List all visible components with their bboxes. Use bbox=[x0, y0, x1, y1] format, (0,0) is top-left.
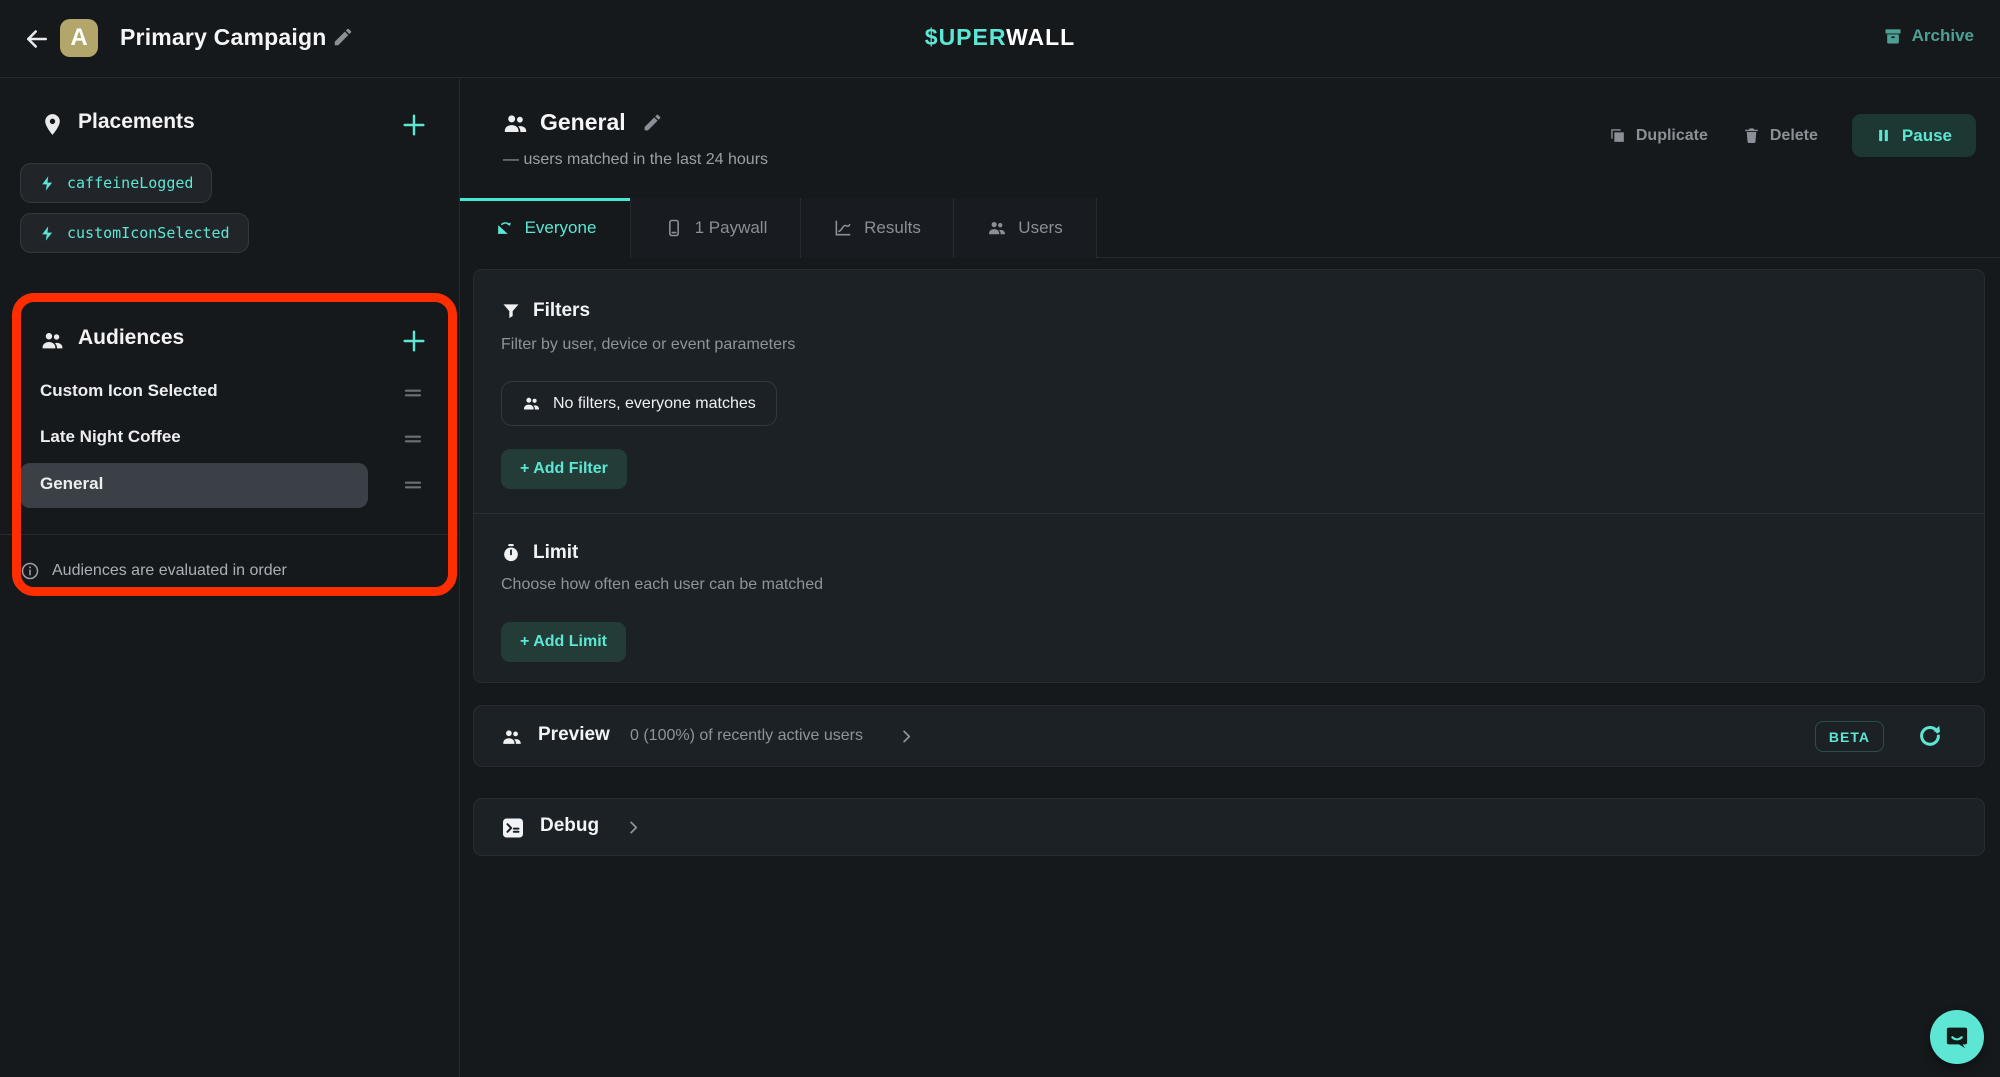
edit-audience-name-icon[interactable] bbox=[642, 112, 663, 133]
sidebar: Placements caffeineLogged customIconSele… bbox=[0, 78, 460, 1077]
add-filter-button[interactable]: + Add Filter bbox=[501, 449, 627, 489]
audience-actions: Duplicate Delete Pause bbox=[1608, 114, 1976, 157]
limit-section-header: Limit bbox=[501, 542, 578, 564]
preview-card[interactable]: Preview 0 (100%) of recently active user… bbox=[473, 705, 1985, 767]
people-icon bbox=[987, 218, 1007, 238]
placement-label: customIconSelected bbox=[67, 224, 230, 242]
add-limit-button[interactable]: + Add Limit bbox=[501, 622, 626, 662]
tab-bar: Everyone 1 Paywall Results Users bbox=[460, 198, 2000, 258]
top-header: A Primary Campaign $UPERWALL Archive bbox=[0, 0, 2000, 78]
chevron-right-icon bbox=[624, 818, 643, 837]
order-note-text: Audiences are evaluated in order bbox=[52, 562, 287, 580]
placements-header: Placements bbox=[0, 108, 460, 142]
archive-label: Archive bbox=[1912, 26, 1974, 46]
superwall-logo: $UPERWALL bbox=[0, 24, 2000, 51]
plus-icon bbox=[400, 111, 428, 139]
tab-paywall[interactable]: 1 Paywall bbox=[631, 198, 801, 258]
delete-button[interactable]: Delete bbox=[1742, 126, 1818, 145]
audience-people-icon bbox=[502, 110, 529, 137]
audience-row[interactable]: Custom Icon Selected bbox=[0, 370, 460, 414]
pause-label: Pause bbox=[1902, 126, 1952, 146]
add-placement-button[interactable] bbox=[400, 111, 428, 139]
audience-row[interactable]: Late Night Coffee bbox=[0, 416, 460, 460]
chat-widget-button[interactable] bbox=[1930, 1010, 1984, 1064]
tab-label: Results bbox=[864, 218, 921, 238]
placement-chip[interactable]: caffeineLogged bbox=[20, 163, 212, 203]
sidebar-divider bbox=[0, 534, 460, 535]
main-content: General — users matched in the last 24 h… bbox=[460, 78, 2000, 1077]
stopwatch-icon bbox=[501, 543, 521, 563]
terminal-icon bbox=[501, 816, 525, 840]
chart-icon bbox=[833, 218, 853, 238]
tab-label: Users bbox=[1018, 218, 1062, 238]
placement-label: caffeineLogged bbox=[67, 174, 193, 192]
beta-badge: BETA bbox=[1815, 721, 1884, 752]
debug-title: Debug bbox=[540, 815, 599, 837]
audience-subtitle: — users matched in the last 24 hours bbox=[503, 151, 768, 169]
tab-results[interactable]: Results bbox=[801, 198, 954, 258]
preview-title: Preview bbox=[538, 724, 610, 746]
filters-title: Filters bbox=[533, 300, 590, 322]
logo-accent: $UPER bbox=[925, 24, 1006, 50]
add-audience-button[interactable] bbox=[400, 327, 428, 355]
placements-title: Placements bbox=[78, 110, 195, 134]
delete-label: Delete bbox=[1770, 127, 1818, 145]
refresh-icon[interactable] bbox=[1916, 722, 1944, 750]
superwall-campaign-page: A Primary Campaign $UPERWALL Archive Pla… bbox=[0, 0, 2000, 1077]
chat-icon bbox=[1942, 1022, 1972, 1052]
audience-row-selected[interactable]: General bbox=[0, 462, 460, 506]
tab-users[interactable]: Users bbox=[954, 198, 1097, 258]
funnel-icon bbox=[501, 301, 521, 321]
audiences-order-note: Audiences are evaluated in order bbox=[0, 548, 460, 596]
add-filter-label: + Add Filter bbox=[520, 460, 608, 478]
bolt-icon bbox=[39, 175, 56, 192]
audience-label: General bbox=[40, 474, 103, 494]
placement-chip[interactable]: customIconSelected bbox=[20, 213, 249, 253]
limit-description: Choose how often each user can be matche… bbox=[501, 576, 823, 594]
filters-description: Filter by user, device or event paramete… bbox=[501, 336, 795, 354]
split-ramp-icon bbox=[494, 218, 514, 238]
pause-icon bbox=[1876, 128, 1891, 143]
chevron-right-icon bbox=[897, 727, 916, 746]
debug-card[interactable]: Debug bbox=[473, 798, 1985, 856]
drag-handle-icon[interactable] bbox=[401, 381, 425, 405]
drag-handle-icon[interactable] bbox=[401, 473, 425, 497]
no-filters-label: No filters, everyone matches bbox=[553, 395, 756, 413]
add-limit-label: + Add Limit bbox=[520, 633, 607, 651]
pause-button[interactable]: Pause bbox=[1852, 114, 1976, 157]
logo-rest: WALL bbox=[1006, 24, 1075, 50]
no-filters-chip[interactable]: No filters, everyone matches bbox=[501, 381, 777, 426]
audiences-title: Audiences bbox=[78, 326, 184, 350]
location-pin-icon bbox=[40, 112, 65, 137]
drag-handle-icon[interactable] bbox=[401, 427, 425, 451]
info-icon bbox=[20, 561, 40, 581]
preview-description: 0 (100%) of recently active users bbox=[630, 727, 863, 745]
duplicate-label: Duplicate bbox=[1636, 127, 1708, 145]
people-icon bbox=[501, 726, 523, 748]
phone-icon bbox=[664, 218, 684, 238]
tab-everyone[interactable]: Everyone bbox=[460, 198, 631, 258]
plus-icon bbox=[400, 327, 428, 355]
limit-title: Limit bbox=[533, 542, 578, 564]
section-divider bbox=[474, 513, 1984, 514]
bolt-icon bbox=[39, 225, 56, 242]
duplicate-icon bbox=[1608, 126, 1627, 145]
audience-page-title: General bbox=[540, 109, 626, 136]
people-icon bbox=[40, 328, 65, 353]
tab-label: Everyone bbox=[525, 218, 597, 238]
archive-icon bbox=[1883, 26, 1903, 46]
duplicate-button[interactable]: Duplicate bbox=[1608, 126, 1708, 145]
tab-label: 1 Paywall bbox=[695, 218, 768, 238]
rules-card: Filters Filter by user, device or event … bbox=[473, 269, 1985, 683]
audience-label: Custom Icon Selected bbox=[40, 381, 218, 401]
audience-label: Late Night Coffee bbox=[40, 427, 181, 447]
archive-button[interactable]: Archive bbox=[1883, 26, 1974, 46]
trash-icon bbox=[1742, 126, 1761, 145]
people-icon bbox=[522, 394, 541, 413]
filters-section-header: Filters bbox=[501, 300, 590, 322]
audiences-header: Audiences bbox=[0, 324, 460, 358]
